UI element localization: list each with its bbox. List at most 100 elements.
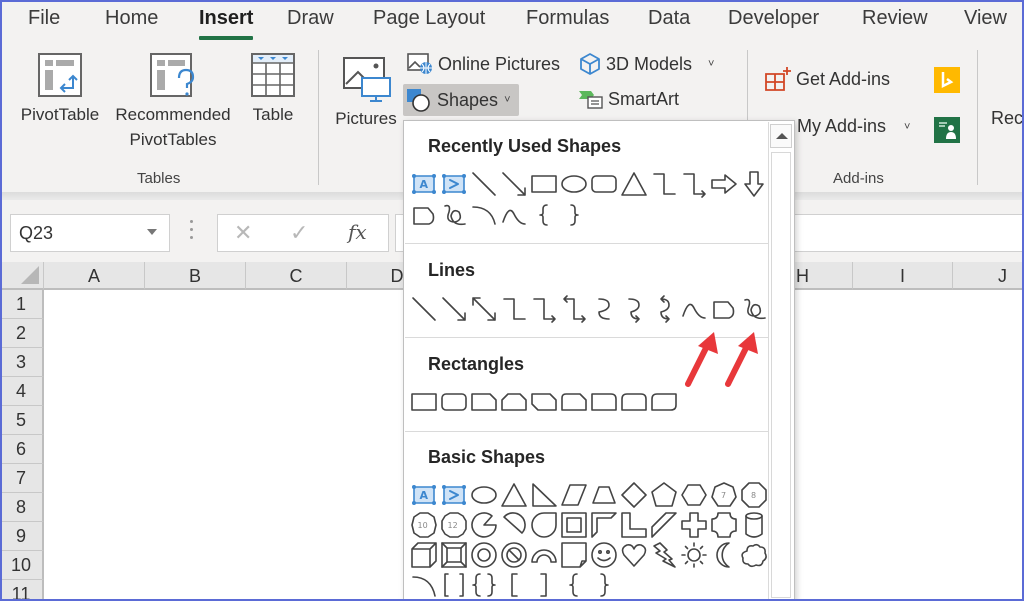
row-header[interactable]: 5 xyxy=(0,406,44,435)
row-header[interactable]: 10 xyxy=(0,551,44,580)
pivottable-button[interactable]: PivotTable xyxy=(14,52,106,127)
column-header[interactable]: I xyxy=(853,262,953,290)
shape-chord[interactable] xyxy=(499,510,529,540)
column-header[interactable]: A xyxy=(44,262,145,290)
shape-snip-round-single-corner-rectangle[interactable] xyxy=(559,387,589,417)
online-pictures-button[interactable]: Online Pictures xyxy=(406,52,560,76)
shape-scribble[interactable] xyxy=(739,294,769,324)
tab-view[interactable]: View xyxy=(964,7,1007,30)
row-header[interactable]: 11 xyxy=(0,580,44,601)
tab-page-layout[interactable]: Page Layout xyxy=(373,7,485,30)
shape-left-bracket[interactable] xyxy=(499,570,529,600)
column-header[interactable]: J xyxy=(953,262,1024,290)
shape-diagonal-stripe[interactable] xyxy=(649,510,679,540)
3d-models-chevron-down-icon[interactable]: ˅ xyxy=(708,58,714,70)
shape-block-arc[interactable] xyxy=(529,540,559,570)
row-header[interactable]: 3 xyxy=(0,348,44,377)
shape-arc[interactable] xyxy=(409,570,439,600)
shape-line[interactable] xyxy=(409,294,439,324)
shape-octagon[interactable]: 8 xyxy=(739,480,769,510)
shape-diamond[interactable] xyxy=(619,480,649,510)
shape-pie[interactable] xyxy=(469,510,499,540)
shape-right-triangle[interactable] xyxy=(529,480,559,510)
row-header[interactable]: 9 xyxy=(0,522,44,551)
shape-decagon[interactable]: 10 xyxy=(409,510,439,540)
people-graph-icon[interactable] xyxy=(934,117,960,143)
shape-cube[interactable] xyxy=(409,540,439,570)
shape-down-arrow[interactable] xyxy=(739,169,769,199)
shape-vertical-text-box[interactable] xyxy=(439,480,469,510)
tab-review[interactable]: Review xyxy=(862,7,928,30)
shape-curve[interactable] xyxy=(679,294,709,324)
column-header[interactable]: C xyxy=(246,262,347,290)
row-header[interactable]: 2 xyxy=(0,319,44,348)
shape-isosceles-triangle[interactable] xyxy=(499,480,529,510)
shape-oval[interactable] xyxy=(559,169,589,199)
pictures-button[interactable]: Pictures xyxy=(330,54,402,131)
shape-hexagon[interactable] xyxy=(679,480,709,510)
smartart-button[interactable]: SmartArt xyxy=(578,88,679,110)
shape-round-diagonal-corner-rectangle[interactable] xyxy=(649,387,679,417)
shape-donut[interactable] xyxy=(469,540,499,570)
gallery-scrollbar[interactable] xyxy=(768,122,793,600)
shape-triangle[interactable] xyxy=(619,169,649,199)
shape-elbow-arrow-connector[interactable] xyxy=(529,294,559,324)
3d-models-button[interactable]: 3D Models ˅ xyxy=(578,52,714,76)
shape-freeform[interactable] xyxy=(409,200,439,230)
shape-right-brace[interactable] xyxy=(589,570,619,600)
shape-half-frame[interactable] xyxy=(589,510,619,540)
shape-pentagon[interactable] xyxy=(649,480,679,510)
tab-insert[interactable]: Insert xyxy=(199,7,254,40)
shape-lightning-bolt[interactable] xyxy=(649,540,679,570)
shape-elbow-connector[interactable] xyxy=(499,294,529,324)
shape-cross[interactable] xyxy=(679,510,709,540)
shape-curved-arrow-connector[interactable] xyxy=(619,294,649,324)
shape-round-same-side-corner-rectangle[interactable] xyxy=(619,387,649,417)
name-box-dropdown-icon[interactable] xyxy=(147,229,157,235)
shape-text-box[interactable]: A xyxy=(409,480,439,510)
row-header[interactable]: 1 xyxy=(0,290,44,319)
shape-rounded-rectangle[interactable] xyxy=(439,387,469,417)
tab-developer[interactable]: Developer xyxy=(728,7,819,30)
shape-heptagon[interactable]: 7 xyxy=(709,480,739,510)
shape-vertical-text-box[interactable] xyxy=(439,169,469,199)
select-all-button[interactable] xyxy=(0,262,44,290)
shape-right-brace[interactable] xyxy=(559,200,589,230)
shape-no-symbol[interactable] xyxy=(499,540,529,570)
row-header[interactable]: 7 xyxy=(0,464,44,493)
shape-elbow-connector[interactable] xyxy=(649,169,679,199)
shape-snip-single-corner-rectangle[interactable] xyxy=(469,387,499,417)
shape-round-single-corner-rectangle[interactable] xyxy=(589,387,619,417)
recommended-charts-truncated-label[interactable]: Rec xyxy=(991,108,1023,129)
shape-can[interactable] xyxy=(739,510,769,540)
bing-maps-icon[interactable] xyxy=(934,67,960,93)
shape-rounded-rectangle[interactable] xyxy=(589,169,619,199)
tab-data[interactable]: Data xyxy=(648,7,690,30)
scroll-up-arrow-icon[interactable] xyxy=(770,124,792,148)
shape-line-arrow[interactable] xyxy=(439,294,469,324)
shape-rectangle[interactable] xyxy=(529,169,559,199)
shape-frame[interactable] xyxy=(559,510,589,540)
shape-plaque[interactable] xyxy=(709,510,739,540)
tab-draw[interactable]: Draw xyxy=(287,7,334,30)
tab-formulas[interactable]: Formulas xyxy=(526,7,609,30)
shape-arc[interactable] xyxy=(469,200,499,230)
shape-elbow-arrow-connector[interactable] xyxy=(679,169,709,199)
shape-smiley-face[interactable] xyxy=(589,540,619,570)
shape-moon[interactable] xyxy=(709,540,739,570)
enter-icon[interactable]: ✓ xyxy=(290,220,308,246)
shape-curved-double-arrow-connector[interactable] xyxy=(649,294,679,324)
shape-freeform[interactable] xyxy=(709,294,739,324)
shape-line-double-arrow[interactable] xyxy=(469,294,499,324)
table-button[interactable]: Table xyxy=(244,52,302,127)
shape-right-arrow[interactable] xyxy=(709,169,739,199)
shape-left-brace[interactable] xyxy=(529,200,559,230)
shape-curve[interactable] xyxy=(499,200,529,230)
tab-home[interactable]: Home xyxy=(105,7,158,30)
shape-double-brace[interactable] xyxy=(469,570,499,600)
shape-oval[interactable] xyxy=(469,480,499,510)
shape-snip-diagonal-corner-rectangle[interactable] xyxy=(529,387,559,417)
insert-function-icon[interactable]: fx xyxy=(348,220,367,244)
shape-line-arrow[interactable] xyxy=(499,169,529,199)
shape-left-brace[interactable] xyxy=(559,570,589,600)
